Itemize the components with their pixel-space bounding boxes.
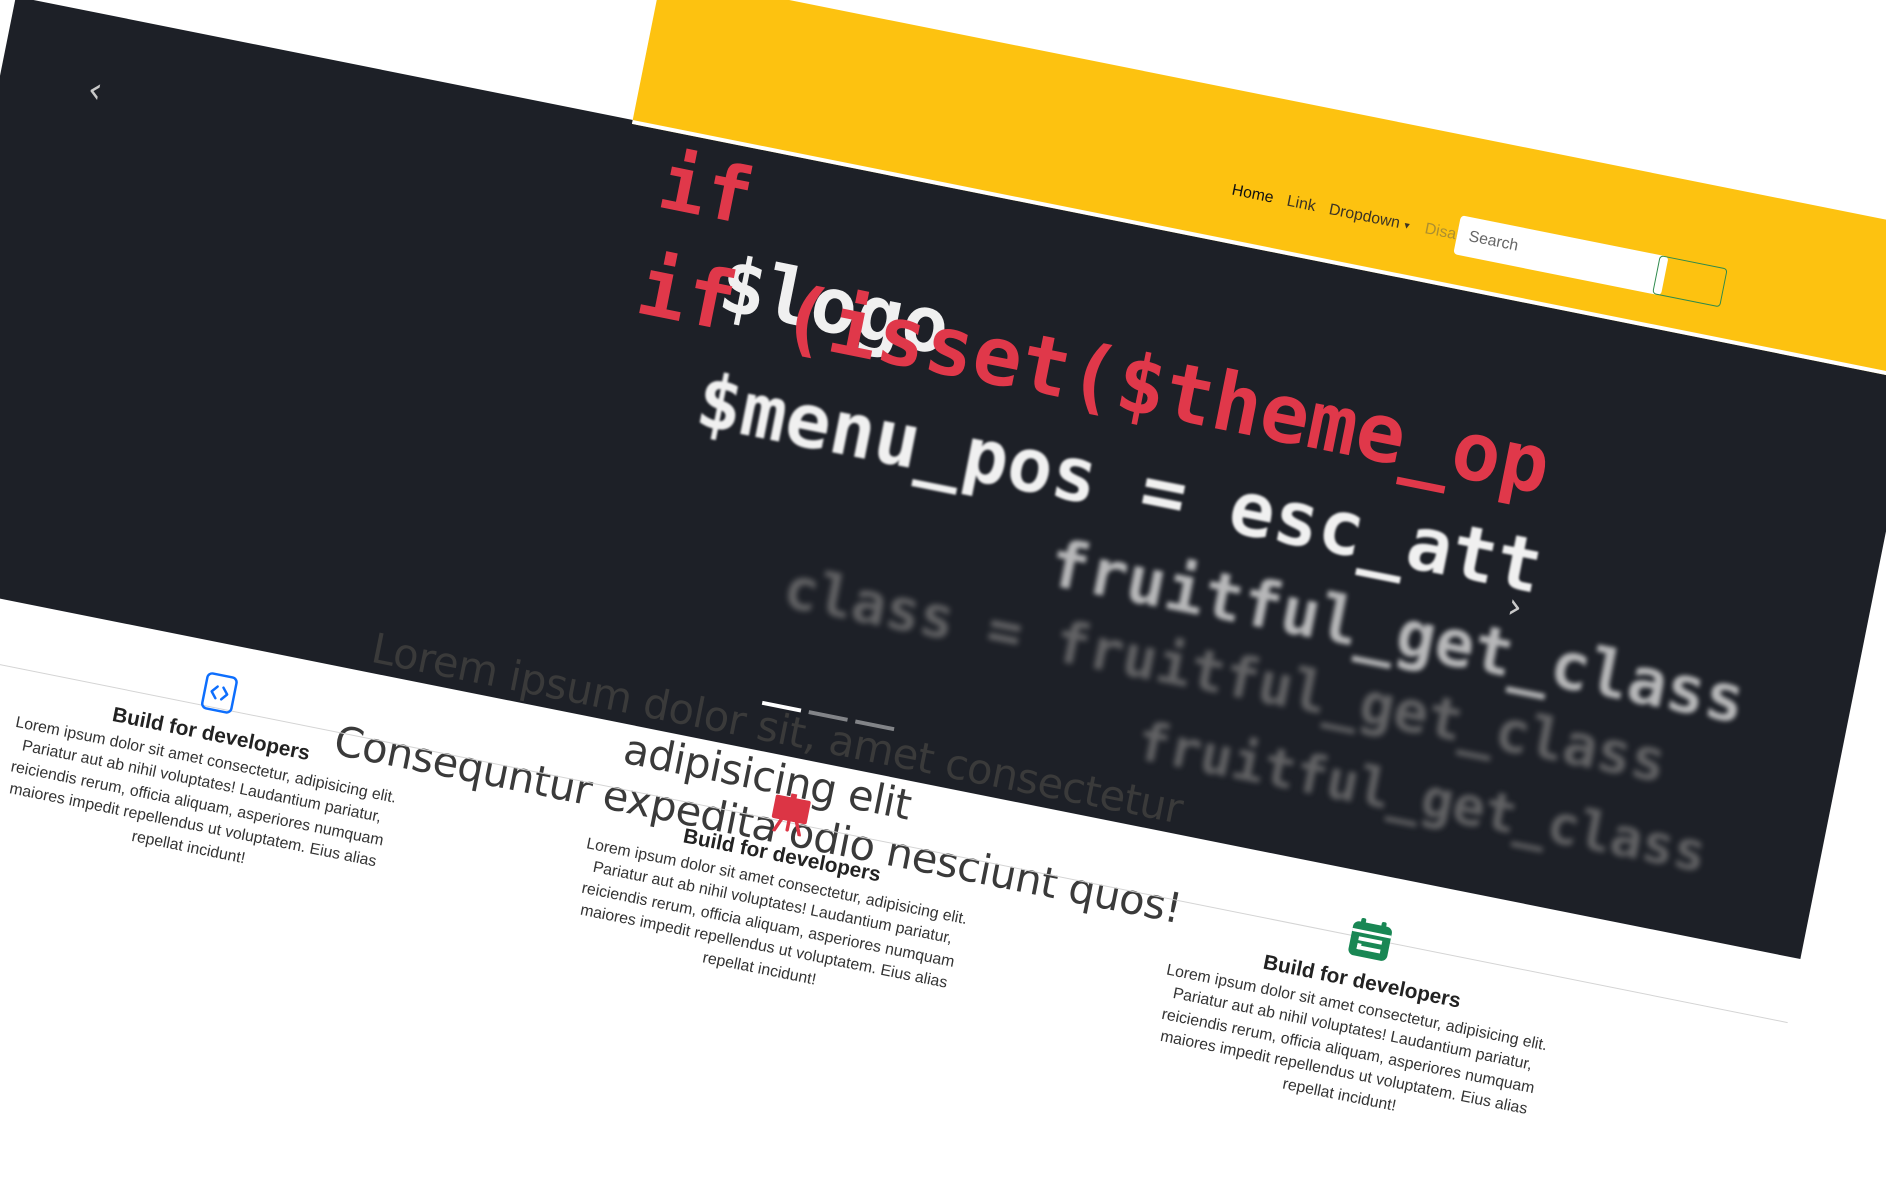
code-icon — [198, 670, 240, 720]
feature-card: Build for developers Lorem ipsum dolor s… — [1133, 878, 1578, 1147]
calendar-icon — [1344, 915, 1396, 969]
page: if $logo if (isset($theme_op $menu_pos =… — [0, 0, 1886, 1130]
nav-link-home[interactable]: Home — [1230, 182, 1275, 208]
nav-dropdown[interactable]: Dropdown▼ — [1327, 201, 1413, 235]
caret-down-icon: ▼ — [1401, 219, 1413, 232]
search-input[interactable] — [1453, 215, 1669, 296]
easel-icon — [766, 789, 814, 842]
search-button[interactable] — [1652, 255, 1728, 308]
nav-dropdown-label: Dropdown — [1327, 201, 1402, 232]
nav-links: Home Link Dropdown▼ Disabled — [1230, 182, 1487, 250]
nav-link-link[interactable]: Link — [1285, 193, 1317, 216]
